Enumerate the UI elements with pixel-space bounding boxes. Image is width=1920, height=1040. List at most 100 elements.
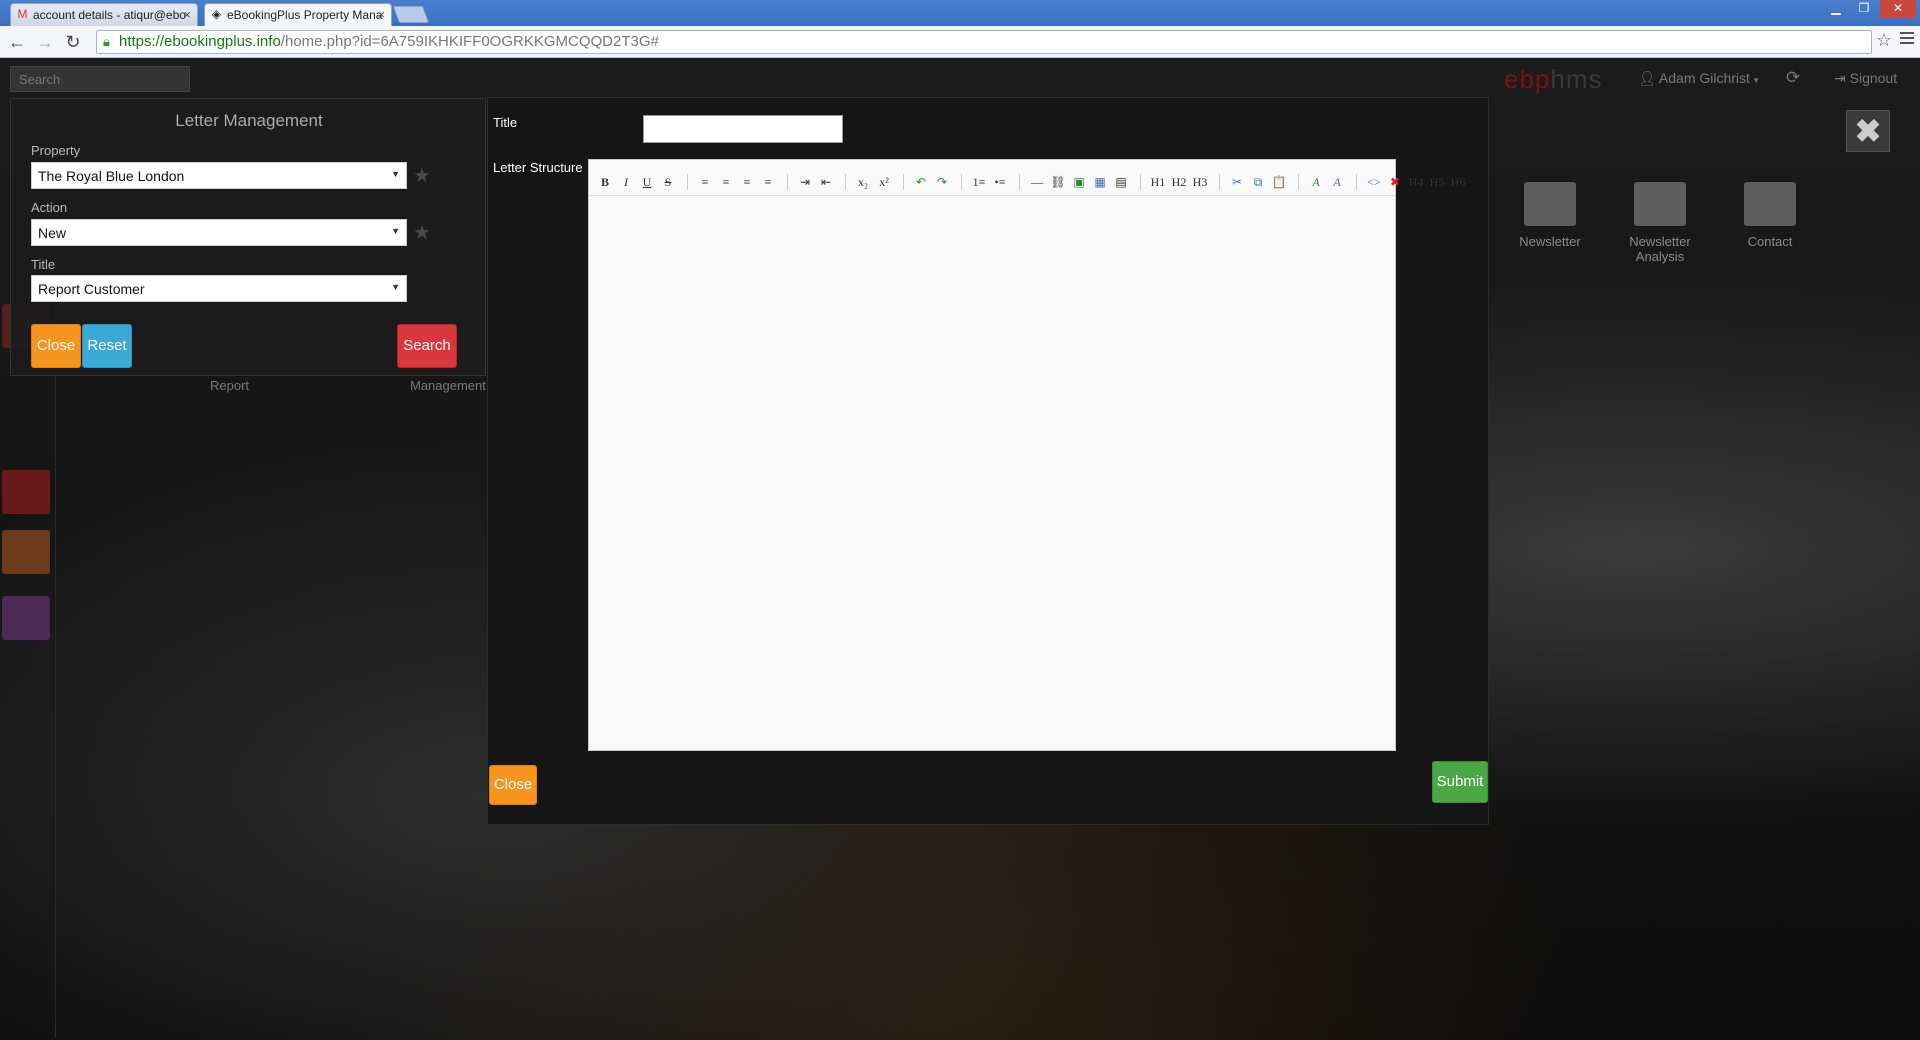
globe-icon[interactable] bbox=[2, 530, 50, 574]
table-icon[interactable]: ▦ bbox=[1092, 174, 1108, 190]
title-select[interactable]: Report Customer ▼ bbox=[31, 275, 407, 302]
action-select[interactable]: New ▼ bbox=[31, 219, 407, 246]
back-icon[interactable]: ← bbox=[6, 32, 28, 53]
font-color-icon[interactable]: A bbox=[1308, 174, 1324, 190]
modal-close-button[interactable]: Close bbox=[489, 765, 537, 805]
chevron-down-icon: ▼ bbox=[391, 226, 400, 236]
search-button[interactable]: Search bbox=[397, 324, 457, 368]
tab-ebookingplus[interactable]: ◈ eBookingPlus Property Mana × bbox=[204, 3, 392, 26]
brand-logo: ebphms bbox=[1504, 64, 1603, 94]
outdent-icon[interactable]: ⇤ bbox=[818, 174, 834, 190]
heading4-button[interactable]: H4 bbox=[1408, 174, 1424, 190]
toolbar-separator bbox=[1019, 174, 1020, 190]
property-star-icon[interactable]: ★ bbox=[413, 163, 431, 188]
heading1-button[interactable]: H1 bbox=[1150, 174, 1166, 190]
submit-button[interactable]: Submit bbox=[1432, 761, 1488, 803]
heading2-button[interactable]: H2 bbox=[1171, 174, 1187, 190]
bg-tile-management-label[interactable]: Management bbox=[410, 378, 486, 393]
align-justify-icon[interactable]: ≡ bbox=[760, 174, 776, 190]
image-icon[interactable]: ▣ bbox=[1071, 174, 1087, 190]
subscript-button[interactable]: x₂ bbox=[855, 174, 871, 190]
forward-icon[interactable]: → bbox=[34, 32, 56, 53]
reset-button[interactable]: Reset bbox=[82, 324, 132, 368]
rich-text-editor[interactable]: B I U S ≡ ≡ ≡ ≡ ⇥ ⇤ x₂ x² ↶ ↷ 1≡ •≡ — ⛓ … bbox=[588, 159, 1465, 751]
tile-contact[interactable]: Contact bbox=[1722, 182, 1818, 249]
minimize-icon[interactable]: ▁ bbox=[1822, 0, 1850, 18]
signout-icon: ⇥ bbox=[1834, 70, 1846, 86]
restore-icon[interactable]: ❐ bbox=[1850, 0, 1878, 18]
bookmark-star-icon[interactable]: ☆ bbox=[1876, 30, 1892, 51]
toolbar-separator bbox=[787, 174, 788, 190]
toolbar-separator bbox=[961, 174, 962, 190]
align-center-icon[interactable]: ≡ bbox=[718, 174, 734, 190]
tab-label: eBookingPlus Property Mana bbox=[227, 8, 383, 22]
chart-icon[interactable] bbox=[2, 596, 50, 640]
heading3-button[interactable]: H3 bbox=[1192, 174, 1208, 190]
reload-icon[interactable]: ↻ bbox=[62, 32, 84, 53]
user-icon: 👤︎ bbox=[1638, 70, 1656, 86]
refresh-icon[interactable]: ⟳ bbox=[1786, 68, 1800, 88]
url-path: /home.php?id=6A759IKHKIFF0OGRKKGMCQQD2T3… bbox=[280, 33, 659, 50]
close-tab-icon[interactable]: × bbox=[377, 7, 385, 22]
background-color-icon[interactable]: A bbox=[1329, 174, 1345, 190]
action-star-icon[interactable]: ★ bbox=[413, 220, 431, 245]
tile-newsletter-analysis[interactable]: Newsletter Analysis bbox=[1612, 182, 1708, 264]
chevron-down-icon: ▼ bbox=[391, 282, 400, 292]
letter-structure-label: Letter Structure bbox=[493, 160, 583, 175]
heading6-button[interactable]: H6 bbox=[1450, 174, 1466, 190]
align-right-icon[interactable]: ≡ bbox=[739, 174, 755, 190]
close-button[interactable]: Close bbox=[31, 324, 81, 368]
ordered-list-icon[interactable]: 1≡ bbox=[971, 174, 987, 190]
horizontal-rule-icon[interactable]: — bbox=[1029, 174, 1045, 190]
tab-gmail[interactable]: M account details - atiqur@ebo × bbox=[10, 3, 198, 26]
window-close-icon[interactable]: ✕ bbox=[1880, 0, 1916, 18]
superscript-button[interactable]: x² bbox=[876, 174, 892, 190]
redo-icon[interactable]: ↷ bbox=[934, 174, 950, 190]
toolbar-separator bbox=[1298, 174, 1299, 190]
cut-icon[interactable]: ✂ bbox=[1229, 174, 1245, 190]
monitor-icon[interactable] bbox=[2, 470, 50, 514]
strikethrough-button[interactable]: S bbox=[660, 174, 676, 190]
italic-button[interactable]: I bbox=[618, 174, 634, 190]
tab-label: account details - atiqur@ebo bbox=[33, 8, 186, 22]
editor-content-area[interactable] bbox=[589, 196, 1395, 750]
lock-icon: 🔒︎ bbox=[103, 34, 110, 49]
indent-icon[interactable]: ⇥ bbox=[797, 174, 813, 190]
toolbar-separator bbox=[1356, 174, 1357, 190]
toolbar-separator bbox=[687, 174, 688, 190]
property-select[interactable]: The Royal Blue London ▼ bbox=[31, 162, 407, 189]
copy-icon[interactable]: ⧉ bbox=[1250, 174, 1266, 190]
modal-title-label: Title bbox=[493, 115, 518, 130]
caret-down-icon: ▾ bbox=[1753, 75, 1759, 85]
browser-menu-icon[interactable] bbox=[1900, 32, 1914, 47]
align-left-icon[interactable]: ≡ bbox=[697, 174, 713, 190]
undo-icon[interactable]: ↶ bbox=[913, 174, 929, 190]
tile-newsletter[interactable]: Newsletter bbox=[1502, 182, 1598, 249]
remove-format-icon[interactable]: ✖ bbox=[1387, 174, 1403, 190]
browser-tab-bar: M account details - atiqur@ebo × ◈ eBook… bbox=[0, 0, 1920, 26]
url-scheme: https:// bbox=[119, 33, 165, 50]
action-value: New bbox=[38, 225, 67, 241]
heading5-button[interactable]: H5 bbox=[1429, 174, 1445, 190]
bold-button[interactable]: B bbox=[597, 174, 613, 190]
media-icon[interactable]: ▤ bbox=[1113, 174, 1129, 190]
signout-button[interactable]: ⇥ Signout bbox=[1834, 70, 1897, 87]
panel-title: Letter Management bbox=[175, 111, 323, 130]
paste-icon[interactable]: 📋 bbox=[1271, 174, 1287, 190]
underline-button[interactable]: U bbox=[639, 174, 655, 190]
letter-title-input[interactable] bbox=[643, 115, 843, 143]
source-code-icon[interactable]: <> bbox=[1366, 174, 1382, 190]
link-icon[interactable]: ⛓ bbox=[1050, 174, 1066, 190]
close-tab-icon[interactable]: × bbox=[183, 7, 191, 22]
letter-editor-modal: Title Letter Structure B I U S ≡ ≡ ≡ ≡ ⇥… bbox=[487, 97, 1489, 825]
toolbar-separator bbox=[903, 174, 904, 190]
address-bar[interactable]: 🔒︎ https://ebookingplus.info/home.php?id… bbox=[96, 30, 1872, 54]
unordered-list-icon[interactable]: •≡ bbox=[992, 174, 1008, 190]
bg-tile-report-label[interactable]: Report bbox=[210, 378, 249, 393]
user-menu[interactable]: 👤︎ Adam Gilchrist ▾ bbox=[1638, 70, 1758, 87]
background-close-icon[interactable]: ✖ bbox=[1846, 110, 1890, 152]
toolbar-separator bbox=[1140, 174, 1141, 190]
browser-toolbar: ← → ↻ 🔒︎ https://ebookingplus.info/home.… bbox=[0, 26, 1920, 58]
new-tab-button[interactable] bbox=[392, 6, 430, 23]
app-search-input[interactable]: Search bbox=[10, 66, 190, 92]
